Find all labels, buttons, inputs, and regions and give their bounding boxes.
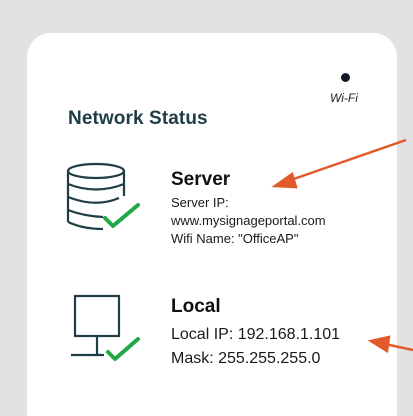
monitor-check-icon — [66, 292, 146, 364]
server-title: Server — [171, 169, 231, 190]
server-wifi-name: Wifi Name: "OfficeAP" — [171, 231, 299, 246]
server-ip-label: Server IP: — [171, 195, 229, 210]
wifi-status-label: Wi-Fi — [330, 91, 358, 105]
page: Wi-Fi Network Status Server Server IP: w… — [0, 0, 413, 416]
database-check-icon — [63, 160, 143, 238]
local-ip: Local IP: 192.168.1.101 — [171, 326, 341, 343]
network-status-title: Network Status — [68, 108, 208, 129]
local-mask: Mask: 255.255.255.0 — [171, 350, 321, 367]
wifi-status-dot — [341, 73, 350, 82]
server-ip-value: www.mysignageportal.com — [171, 213, 326, 228]
local-title: Local — [171, 296, 221, 317]
